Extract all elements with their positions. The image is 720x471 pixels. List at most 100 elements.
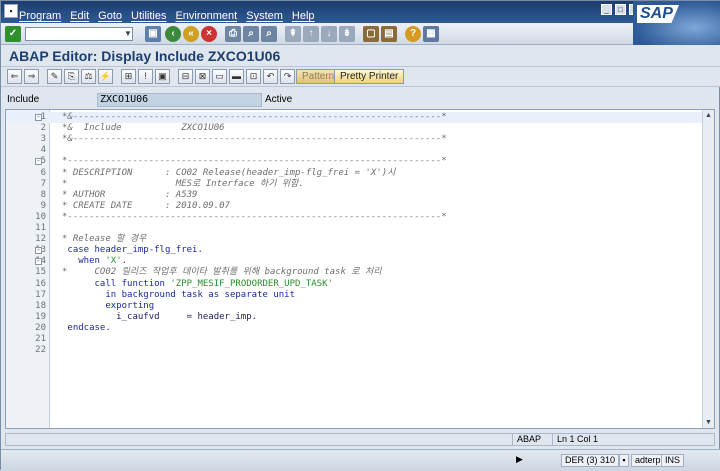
- menu-help[interactable]: Help: [292, 10, 315, 22]
- code-line[interactable]: 22: [6, 345, 702, 356]
- code-line[interactable]: 14- when 'X'.: [6, 256, 702, 267]
- language-indicator: ABAP: [512, 434, 552, 445]
- menu-edit[interactable]: Edit: [70, 10, 89, 22]
- fold-toggle-icon[interactable]: -: [35, 258, 42, 266]
- status-triangle-icon[interactable]: ▶: [513, 454, 526, 467]
- display-change-icon[interactable]: ✎: [47, 69, 62, 84]
- code-line[interactable]: 3 *&-------------------------------------…: [6, 134, 702, 145]
- command-field[interactable]: [25, 27, 133, 41]
- back-icon[interactable]: ‹: [165, 26, 181, 42]
- undo-icon[interactable]: ↶: [263, 69, 278, 84]
- help-icon[interactable]: ?: [405, 26, 421, 42]
- code-line[interactable]: 9 * CREATE DATE : 2010.09.07: [6, 201, 702, 212]
- code-line[interactable]: 8 * AUTHOR : A539: [6, 190, 702, 201]
- find-next-icon[interactable]: ⌕: [261, 26, 277, 42]
- back-arrow-icon[interactable]: ⇐: [7, 69, 22, 84]
- system-menu-icon[interactable]: ▪: [4, 4, 18, 18]
- code-line[interactable]: 4: [6, 145, 702, 156]
- first-page-icon[interactable]: ⇞: [285, 26, 301, 42]
- menu-bar: ▪ Program Edit Goto Utilities Environmen…: [1, 1, 720, 23]
- last-page-icon[interactable]: ⇟: [339, 26, 355, 42]
- cancel-icon[interactable]: ×: [201, 26, 217, 42]
- system-info[interactable]: DER (3) 310: [561, 454, 620, 467]
- line-number: 22: [35, 345, 46, 356]
- other-object-icon[interactable]: ⎘: [64, 69, 79, 84]
- check-icon[interactable]: ⚖: [81, 69, 96, 84]
- menu-list: Program Edit Goto Utilities Environment …: [19, 1, 324, 23]
- layout-menu-icon[interactable]: ▦: [423, 26, 439, 42]
- code-text: call function 'ZPP_MESIF_PRODORDER_UPD_T…: [62, 278, 333, 289]
- code-line[interactable]: 18 exporting: [6, 301, 702, 312]
- code-text: * Release 할 경우: [62, 234, 147, 245]
- find-icon[interactable]: ⌕: [243, 26, 259, 42]
- scroll-up-icon[interactable]: ▲: [703, 110, 714, 121]
- system-info-icon[interactable]: ▪: [619, 454, 629, 467]
- set-breakpoint-icon[interactable]: ⊟: [178, 69, 193, 84]
- code-line[interactable]: 7 * MES로 Interface 하기 위함.: [6, 179, 702, 190]
- code-text: *---------------------------------------…: [62, 211, 447, 222]
- menu-goto[interactable]: Goto: [98, 10, 122, 22]
- sap-logo: SAP: [633, 1, 720, 45]
- code-editor[interactable]: 1- *&------------------------------------…: [5, 109, 715, 429]
- where-used-icon[interactable]: ⊞: [121, 69, 136, 84]
- line-number: 19: [35, 311, 46, 322]
- insert-mode[interactable]: INS: [661, 454, 685, 467]
- fold-toggle-icon[interactable]: -: [35, 158, 42, 166]
- save-icon[interactable]: ▣: [145, 26, 161, 42]
- standard-toolbar: ✓ ▼ ▣ ‹ « × ⎙ ⌕ ⌕ ⇞ ↑ ↓ ⇟ ▢ ▤ ? ▦: [1, 23, 633, 45]
- copy-icon[interactable]: ▬: [229, 69, 244, 84]
- command-dropdown-icon[interactable]: ▼: [123, 27, 133, 41]
- code-line[interactable]: 16 call function 'ZPP_MESIF_PRODORDER_UP…: [6, 279, 702, 290]
- menu-utilities[interactable]: Utilities: [131, 10, 166, 22]
- line-number: 3: [40, 134, 46, 145]
- paste-icon[interactable]: ⊡: [246, 69, 261, 84]
- code-line[interactable]: 13- case header_imp-flg_frei.: [6, 245, 702, 256]
- enter-icon[interactable]: ✓: [5, 26, 21, 42]
- include-status: Active: [265, 94, 293, 105]
- code-line[interactable]: 17 in background task as separate unit: [6, 290, 702, 301]
- activate-icon[interactable]: ⚡: [98, 69, 113, 84]
- next-page-icon[interactable]: ↓: [321, 26, 337, 42]
- object-list-icon[interactable]: !: [138, 69, 153, 84]
- code-line[interactable]: 19 i_caufvd = header_imp.: [6, 312, 702, 323]
- menu-system[interactable]: System: [246, 10, 283, 22]
- code-line[interactable]: 20 endcase.: [6, 323, 702, 334]
- code-line[interactable]: 5- *-------------------------------------…: [6, 156, 702, 167]
- line-number: 4: [40, 145, 46, 156]
- code-line[interactable]: 12 * Release 할 경우: [6, 234, 702, 245]
- pretty-printer-button[interactable]: Pretty Printer: [334, 69, 405, 84]
- exit-icon[interactable]: «: [183, 26, 199, 42]
- code-line[interactable]: 6 * DESCRIPTION : CO02 Release(header_imp…: [6, 168, 702, 179]
- cursor-position: Ln 1 Col 1: [552, 434, 634, 445]
- scroll-down-icon[interactable]: ▼: [703, 417, 714, 428]
- code-text: when 'X'.: [62, 256, 128, 267]
- code-line[interactable]: 1- *&------------------------------------…: [6, 112, 702, 123]
- execute-icon[interactable]: ⊠: [195, 69, 210, 84]
- code-line[interactable]: 11: [6, 223, 702, 234]
- cut-icon[interactable]: ▭: [212, 69, 227, 84]
- print-icon[interactable]: ⎙: [225, 26, 241, 42]
- maximize-icon[interactable]: □: [615, 4, 626, 15]
- menu-program[interactable]: Program: [19, 10, 61, 22]
- line-number: 2: [40, 123, 46, 134]
- code-line[interactable]: 21: [6, 334, 702, 345]
- line-number: 7: [40, 178, 46, 189]
- code-line[interactable]: 2 *& Include ZXCO1U06: [6, 123, 702, 134]
- forward-arrow-icon[interactable]: ⇒: [24, 69, 39, 84]
- code-line[interactable]: 10 *-------------------------------------…: [6, 212, 702, 223]
- line-number: 11: [35, 223, 46, 233]
- create-session-icon[interactable]: ▢: [363, 26, 379, 42]
- code-line[interactable]: 15 * CO02 릴리즈 작업후 데이타 발취를 위해 background t…: [6, 267, 702, 278]
- redo-icon[interactable]: ↷: [280, 69, 295, 84]
- navigation-window-icon[interactable]: ▣: [155, 69, 170, 84]
- fold-toggle-icon[interactable]: -: [35, 114, 42, 121]
- previous-page-icon[interactable]: ↑: [303, 26, 319, 42]
- line-number: 20: [35, 322, 46, 333]
- server-name: adterp: [631, 454, 665, 467]
- include-name-field[interactable]: ZXCO1U06: [97, 93, 262, 107]
- menu-environment[interactable]: Environment: [175, 10, 237, 22]
- fold-toggle-icon[interactable]: -: [35, 247, 42, 255]
- shortcut-icon[interactable]: ▤: [381, 26, 397, 42]
- vertical-scrollbar[interactable]: ▲ ▼: [702, 110, 714, 428]
- minimize-icon[interactable]: _: [601, 4, 612, 15]
